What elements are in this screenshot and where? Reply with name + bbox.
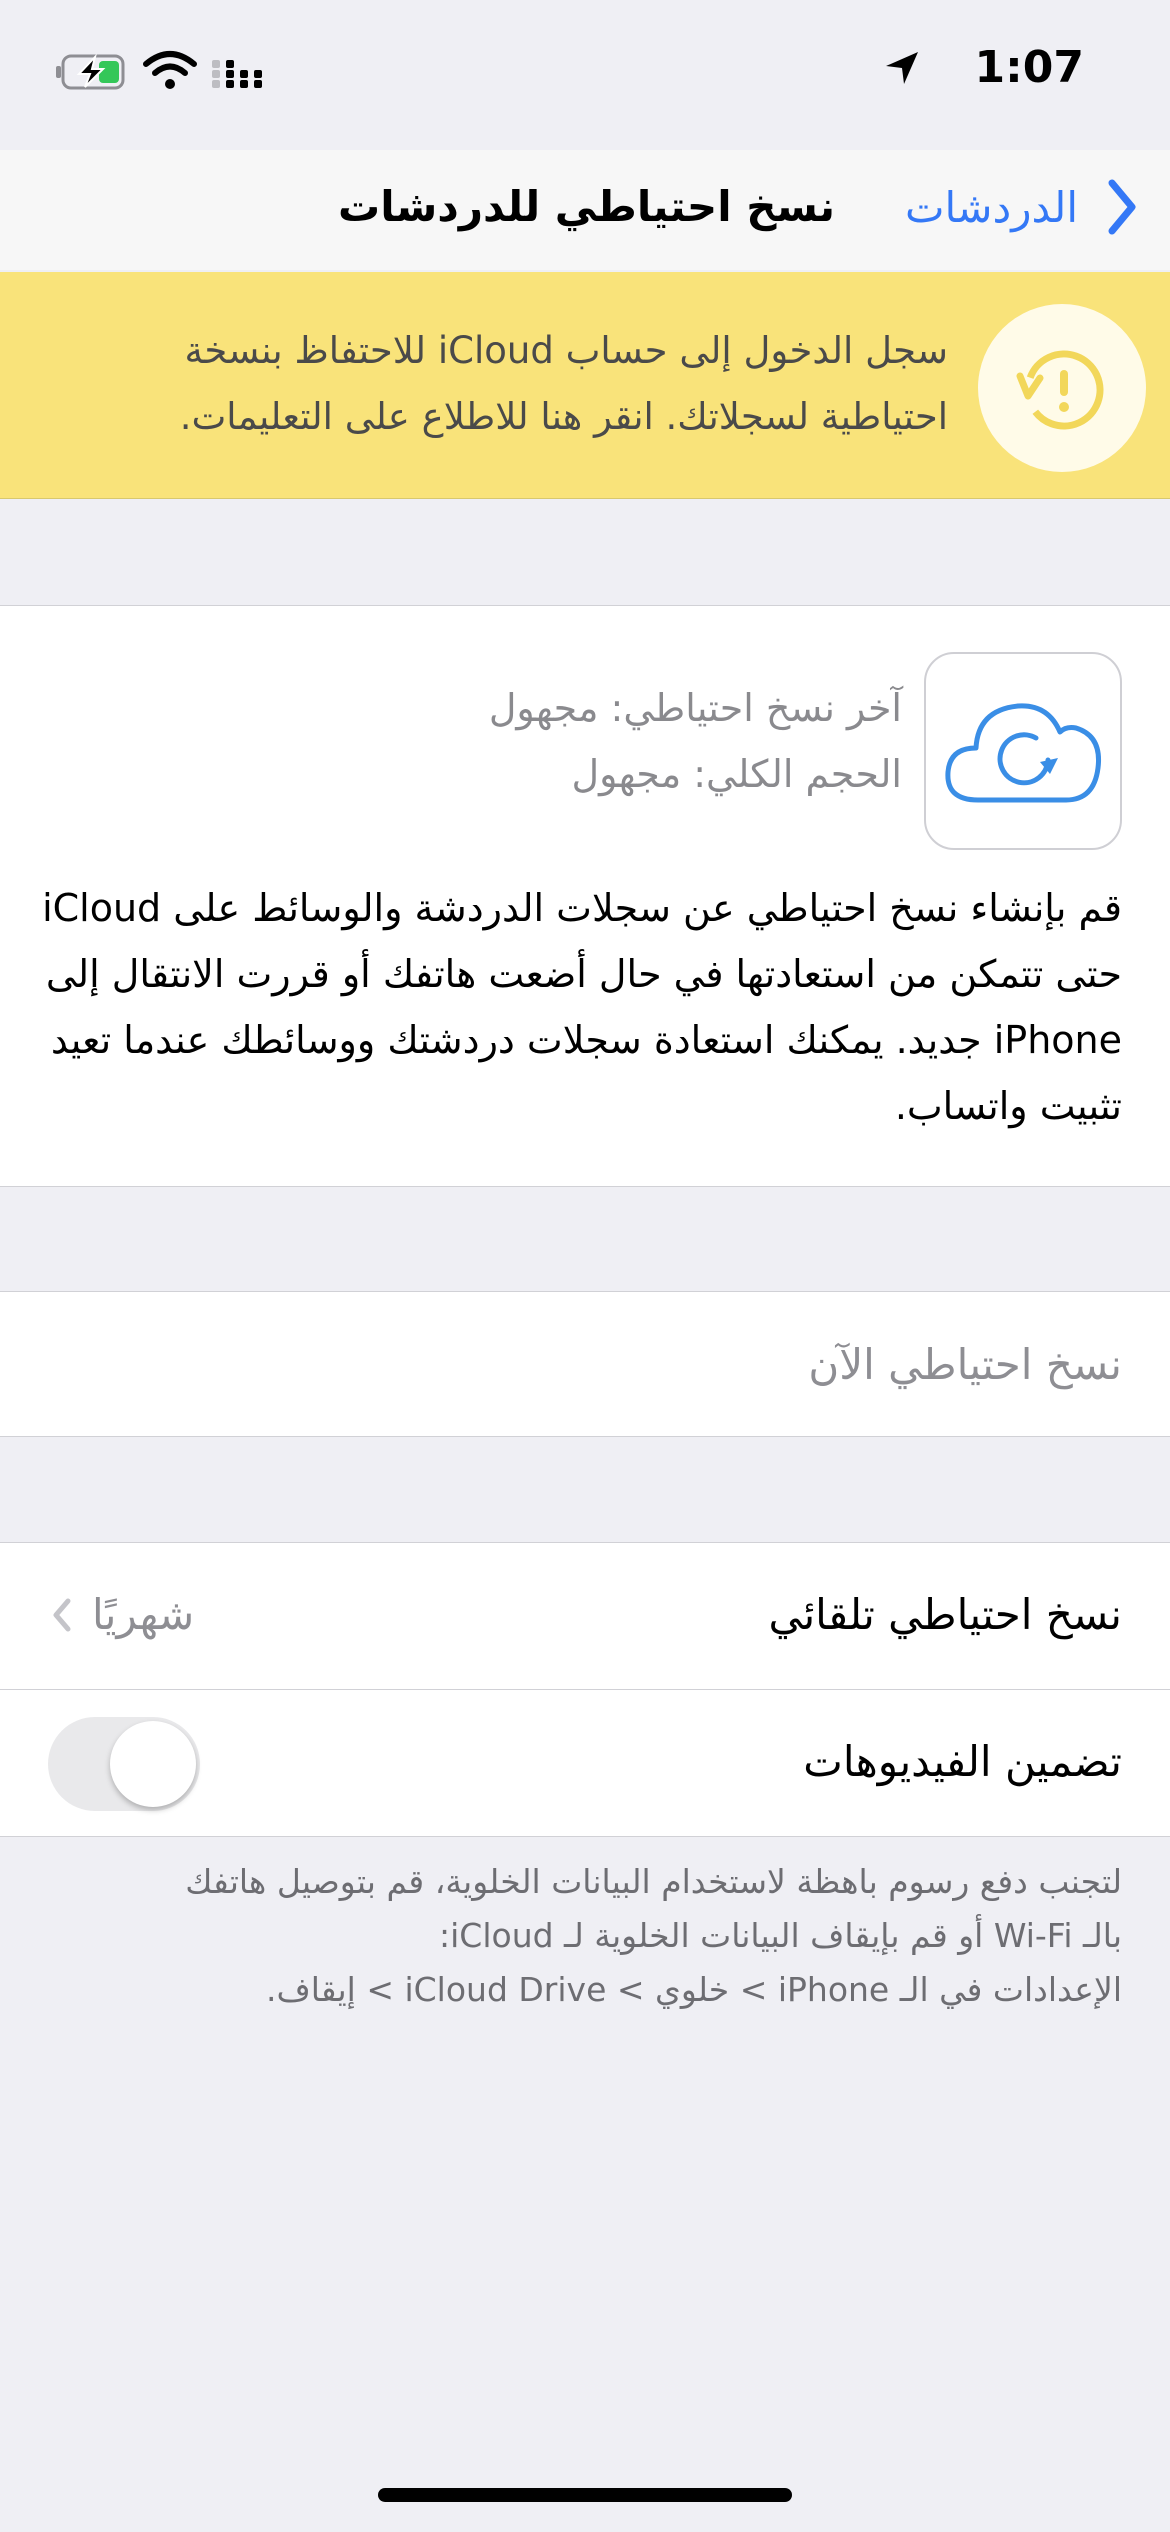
include-videos-label: تضمين الفيديوهات <box>803 1737 1122 1786</box>
last-backup-text: آخر نسخ احتياطي: مجهول <box>488 686 902 730</box>
chevron-left-icon <box>53 1598 71 1632</box>
note-line-2: بالـ Wi-Fi أو قم بإيقاف البيانات الخلوية… <box>439 1916 1122 1955</box>
note-line-1: لتجنب دفع رسوم باهظة لاستخدام البيانات ا… <box>185 1862 1122 1901</box>
backup-now-button[interactable]: نسخ احتياطي الآن <box>808 1330 1122 1400</box>
cellular-data-note: لتجنب دفع رسوم باهظة لاستخدام البيانات ا… <box>42 1855 1122 2017</box>
backup-description: قم بإنشاء نسخ احتياطي عن سجلات الدردشة و… <box>42 886 1122 1128</box>
include-videos-toggle[interactable] <box>48 1717 200 1811</box>
cellular-signal-icon <box>210 56 266 90</box>
toggle-knob <box>110 1721 196 1807</box>
page-title: نسخ احتياطي للدردشات <box>338 182 835 231</box>
location-arrow-icon <box>884 50 920 86</box>
banner-message: سجل الدخول إلى حساب iCloud للاحتفاظ بنسخ… <box>179 329 948 438</box>
back-button[interactable]: الدردشات <box>905 175 1140 239</box>
auto-backup-label[interactable]: نسخ احتياطي تلقائي <box>768 1580 1122 1650</box>
backup-alert-icon <box>978 304 1146 472</box>
icloud-sync-icon <box>924 652 1122 850</box>
total-size-text: الحجم الكلي: مجهول <box>571 752 902 796</box>
note-line-3: الإعدادات في الـ iPhone > خلوي > iCloud … <box>266 1970 1122 2009</box>
wifi-icon <box>142 50 198 90</box>
home-indicator[interactable] <box>378 2488 792 2502</box>
battery-charging-icon <box>55 53 129 91</box>
status-time: 1:07 <box>974 42 1084 93</box>
row-divider <box>0 1689 1170 1690</box>
auto-backup-value: شهريًا <box>92 1590 195 1639</box>
back-button-label: الدردشات <box>904 182 1078 232</box>
auto-backup-value-row[interactable]: شهريًا <box>50 1580 194 1650</box>
chevron-left-icon <box>1108 179 1136 235</box>
